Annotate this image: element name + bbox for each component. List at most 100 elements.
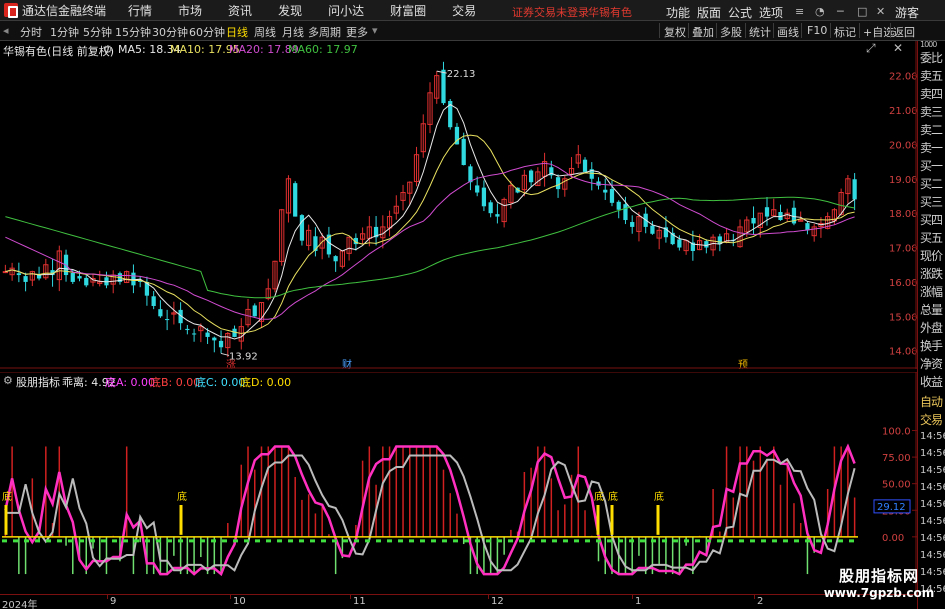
- period-60min[interactable]: 60分钟: [189, 24, 225, 40]
- candle-body: [764, 207, 770, 217]
- candle-body: [481, 187, 487, 207]
- login-warning[interactable]: 证券交易未登录: [512, 4, 589, 20]
- indicator-plot: 100.075.0050.0025.000.00底底底底底29.12: [0, 372, 917, 594]
- menu-news[interactable]: 资讯: [228, 2, 252, 19]
- candle-body: [677, 239, 682, 248]
- order-ratio[interactable]: 委比: [920, 49, 943, 66]
- guest-label[interactable]: 游客: [895, 4, 919, 21]
- candle-body: [495, 214, 500, 217]
- minimize-icon[interactable]: ─: [837, 5, 844, 18]
- total-volume: 总量: [920, 303, 943, 317]
- adjust-button[interactable]: 复权: [664, 24, 686, 40]
- period-1min[interactable]: 1分钟: [50, 24, 79, 40]
- high-label: 22.13: [447, 69, 476, 80]
- tick-time: 14:56: [920, 550, 945, 561]
- f10-button[interactable]: F10: [807, 24, 827, 37]
- panel-top-label: 1000: [920, 40, 937, 49]
- outer-volume: 外盘: [920, 321, 943, 335]
- bid-3[interactable]: 买三: [920, 193, 943, 210]
- turnover: 换手: [920, 339, 943, 353]
- period-weekly[interactable]: 周线: [254, 24, 276, 40]
- candle-body: [158, 309, 163, 317]
- tick-time: 14:56: [920, 465, 945, 476]
- candlestick-chart[interactable]: 华锡有色(日线 前复权) ⚙ MA5: 18.34 MA10: 17.95 MA…: [0, 41, 917, 369]
- period-multi[interactable]: 多周期: [308, 24, 341, 40]
- period-daily[interactable]: 日线: [226, 24, 248, 40]
- y-tick-label: 16.00: [889, 278, 917, 289]
- indicator-chart[interactable]: ⚙ 股朋指标 乖离: 4.92 底A: 0.00 底B: 0.00 底C: 0.…: [0, 372, 917, 594]
- maximize-icon[interactable]: □: [857, 5, 867, 18]
- current-price: 现价: [920, 249, 943, 263]
- tick-time: 14:56: [920, 499, 945, 510]
- candle-body: [333, 256, 338, 262]
- candle-body: [23, 276, 28, 282]
- current-value-label: 29.12: [877, 502, 906, 513]
- mark-button[interactable]: 标记: [834, 24, 856, 40]
- candle-body: [16, 273, 21, 276]
- candle-body: [852, 179, 857, 200]
- list-icon[interactable]: ≡: [795, 5, 804, 18]
- candle-body: [630, 222, 635, 227]
- auto-trade-label[interactable]: 自动: [920, 393, 943, 410]
- bid-5[interactable]: 买五: [920, 229, 943, 246]
- ask-1[interactable]: 卖一: [920, 139, 943, 156]
- y-tick-label: 50.00: [882, 480, 911, 491]
- price-change: 涨跌: [920, 267, 943, 281]
- menu-options[interactable]: 选项: [759, 4, 783, 21]
- menu-formula[interactable]: 公式: [728, 4, 752, 21]
- overlay-button[interactable]: 叠加: [692, 24, 714, 40]
- draw-line-button[interactable]: 画线: [777, 24, 799, 40]
- event-marker: 财: [342, 358, 352, 369]
- multi-stock-button[interactable]: 多股: [720, 24, 742, 40]
- close-icon[interactable]: ✕: [876, 5, 885, 18]
- app-title: 通达信金融终端: [22, 3, 107, 18]
- sidebar-toggle-icon[interactable]: ◂: [3, 24, 9, 37]
- ask-3[interactable]: 卖三: [920, 103, 943, 120]
- watermark-title: 股朋指标网: [838, 567, 919, 585]
- ask-2[interactable]: 卖二: [920, 121, 943, 138]
- candle-body: [205, 332, 210, 337]
- date-label: 2: [757, 596, 764, 607]
- period-15min[interactable]: 15分钟: [115, 24, 151, 40]
- tick-time: 14:56: [920, 516, 945, 527]
- menu-discover[interactable]: 发现: [278, 2, 302, 19]
- bottom-signal-label: 底: [594, 490, 604, 503]
- tick-time: 14:56: [920, 533, 945, 544]
- candle-body: [165, 319, 170, 321]
- bell-icon[interactable]: ◔: [815, 5, 825, 18]
- ask-5[interactable]: 卖五: [920, 67, 943, 84]
- trade-label[interactable]: 交易: [920, 411, 943, 428]
- period-5min[interactable]: 5分钟: [83, 24, 112, 40]
- menu-wealth[interactable]: 财富圈: [390, 2, 426, 19]
- watermark: 股朋指标网 www.7gpzb.com: [820, 565, 938, 607]
- stock-title: 华锡有色: [588, 6, 632, 19]
- menu-functions[interactable]: 功能: [666, 4, 690, 21]
- date-label: 9: [110, 596, 117, 607]
- bottom-signal-label: 底: [2, 490, 12, 503]
- bid-1[interactable]: 买一: [920, 157, 943, 174]
- tick-time: 14:56: [920, 482, 945, 493]
- menu-quotes[interactable]: 行情: [128, 2, 152, 19]
- back-button[interactable]: 返回: [893, 24, 915, 40]
- ask-4[interactable]: 卖四: [920, 85, 943, 102]
- menu-trade[interactable]: 交易: [452, 2, 476, 19]
- statistics-button[interactable]: 统计: [749, 24, 771, 40]
- period-more[interactable]: 更多: [346, 24, 368, 40]
- candle-body: [131, 272, 136, 286]
- date-label: 1: [635, 596, 642, 607]
- bid-2[interactable]: 买二: [920, 175, 943, 192]
- date-label: 12: [491, 596, 504, 607]
- menu-layout[interactable]: 版面: [697, 4, 721, 21]
- period-minute[interactable]: 分时: [20, 24, 42, 40]
- candle-body: [609, 189, 615, 203]
- bottom-signal-label: 底: [177, 490, 187, 503]
- period-monthly[interactable]: 月线: [282, 24, 304, 40]
- y-tick-label: 20.00: [889, 140, 917, 151]
- candle-body: [191, 333, 197, 335]
- menu-market[interactable]: 市场: [178, 2, 202, 19]
- menu-ask[interactable]: 问小达: [328, 2, 364, 19]
- bid-4[interactable]: 买四: [920, 211, 943, 228]
- period-30min[interactable]: 30分钟: [152, 24, 188, 40]
- candle-body: [293, 183, 298, 217]
- dropdown-icon[interactable]: ▾: [372, 24, 378, 37]
